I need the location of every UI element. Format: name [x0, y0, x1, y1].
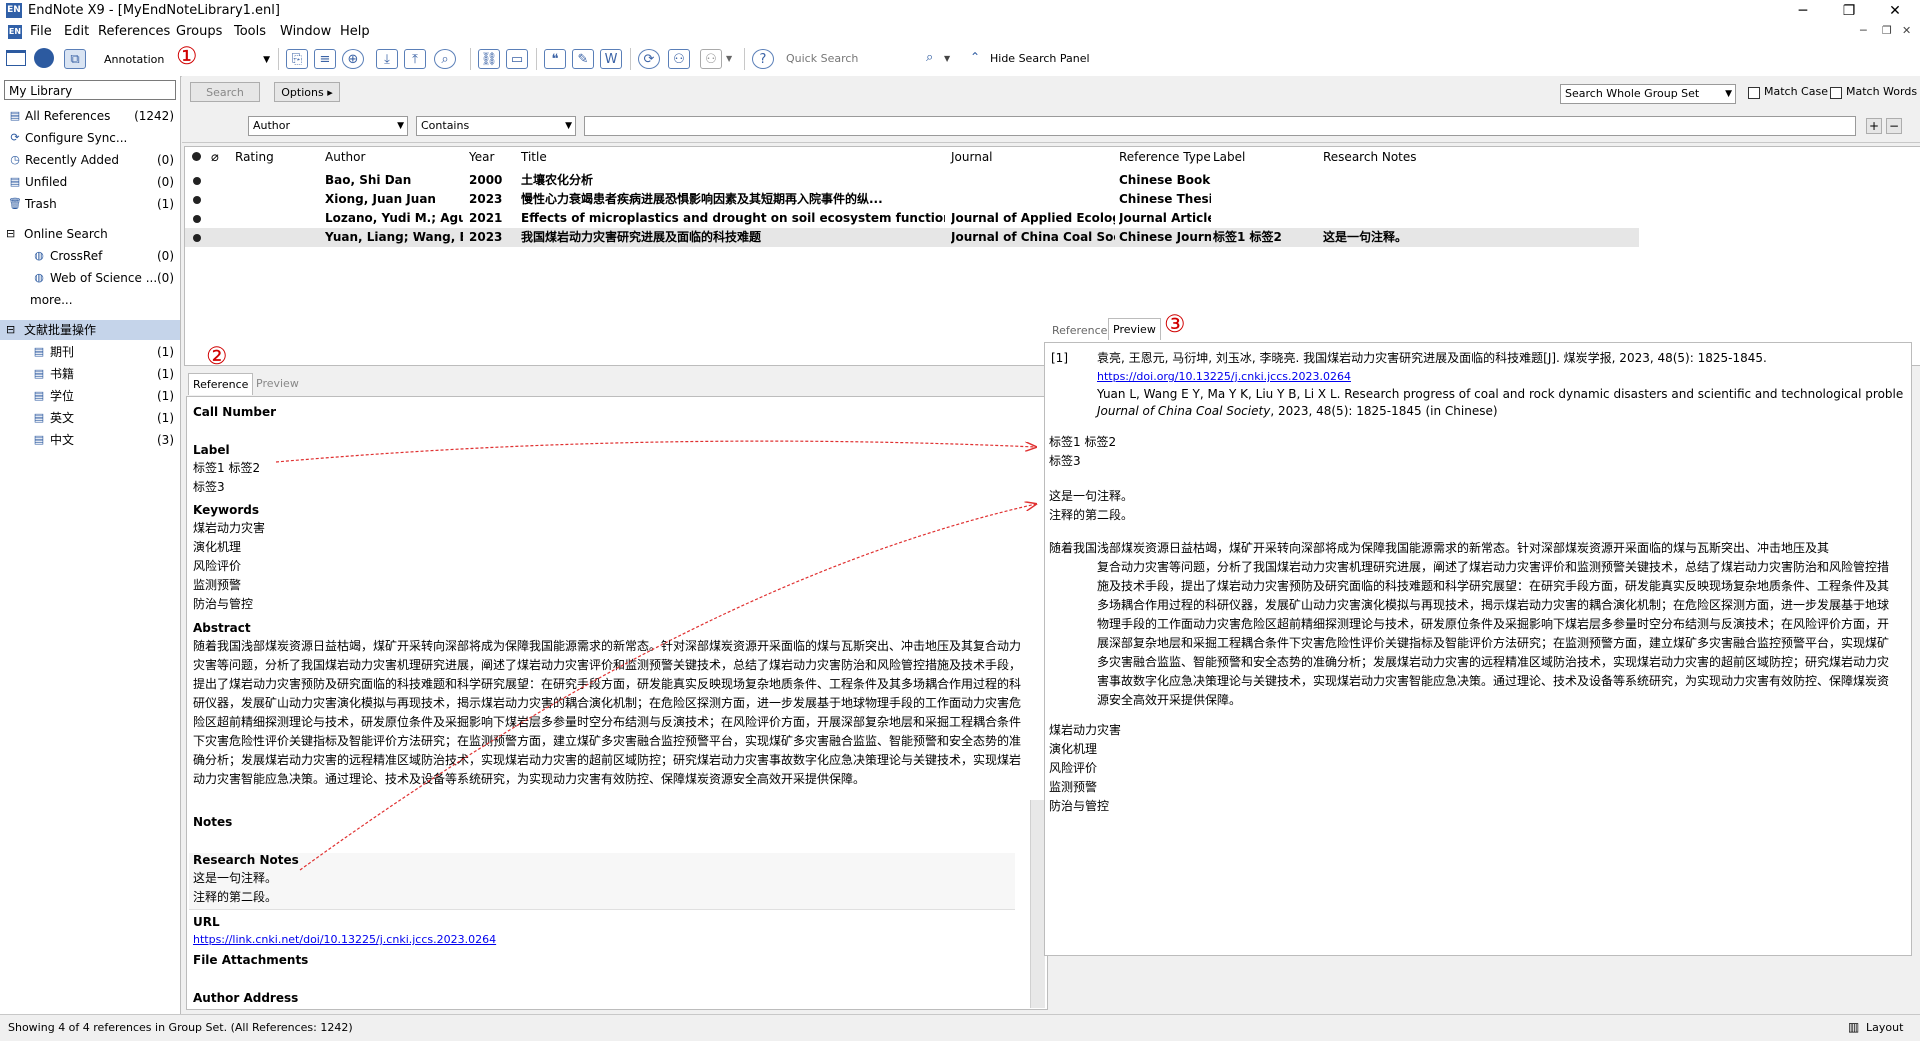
layout-button[interactable]: Layout — [1866, 1021, 1903, 1034]
layout-grid-icon[interactable]: ▥ — [1848, 1020, 1859, 1034]
arrow-notes-to-preview — [299, 504, 1036, 871]
annotation-arrows — [275, 440, 1920, 871]
status-text: Showing 4 of 4 references in Group Set. … — [8, 1021, 353, 1034]
arrow-label-to-preview — [275, 440, 1036, 463]
status-bar: Showing 4 of 4 references in Group Set. … — [0, 1014, 1920, 1041]
